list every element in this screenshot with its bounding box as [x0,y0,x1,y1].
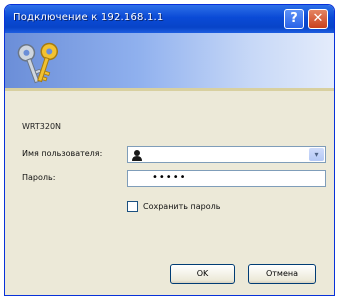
username-combobox[interactable]: ▾ [127,146,326,163]
keys-icon [17,42,59,84]
help-button[interactable]: ? [284,9,304,29]
close-button[interactable]: ✕ [308,9,328,29]
password-label: Пароль: [22,173,56,182]
cancel-button[interactable]: Отмена [248,264,316,284]
title-bar[interactable]: Подключение к 192.168.1.1 ? ✕ [5,5,334,33]
window-title: Подключение к 192.168.1.1 [13,12,164,23]
ok-button[interactable]: OK [170,264,235,284]
dialog-banner [5,33,334,91]
password-field[interactable]: ••••• [127,170,326,187]
device-name: WRT320N [22,122,62,131]
chevron-down-icon[interactable]: ▾ [309,148,324,161]
banner-divider [5,88,334,91]
user-icon [132,150,142,161]
username-label: Имя пользователя: [22,149,103,158]
remember-password-label[interactable]: Сохранить пароль [143,202,220,211]
remember-password-checkbox[interactable] [127,201,138,212]
